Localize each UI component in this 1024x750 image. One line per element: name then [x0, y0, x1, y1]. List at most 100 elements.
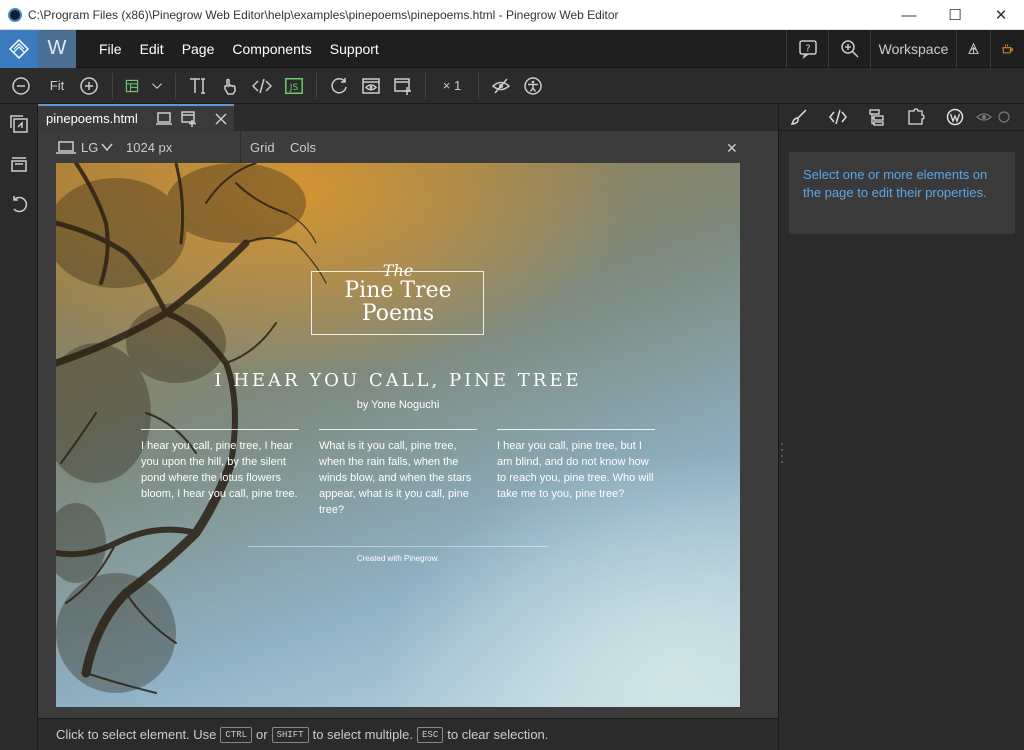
- style-panel-button[interactable]: [779, 104, 818, 131]
- menu-page[interactable]: Page: [173, 41, 224, 57]
- refresh-icon: [331, 77, 347, 93]
- page-canvas-area: LG 1024 px Grid Cols ✕ The Pine Tree Poe…: [38, 131, 778, 718]
- tree-structure-icon: [868, 109, 884, 126]
- status-text-3: to select multiple.: [312, 727, 414, 742]
- javascript-button[interactable]: JS: [278, 68, 310, 104]
- help-icon: ?: [798, 40, 817, 59]
- status-bar: Click to select element. Use CTRL or SHI…: [38, 718, 778, 750]
- components-panel-button[interactable]: [896, 104, 935, 131]
- close-viewport-icon[interactable]: ✕: [726, 140, 738, 157]
- workspace-button[interactable]: Workspace: [870, 30, 956, 68]
- plus-circle-icon: [80, 76, 98, 95]
- eye-slash-icon: [491, 78, 511, 93]
- add-page-icon: [394, 77, 411, 95]
- circle-icon: [998, 111, 1010, 123]
- javascript-icon: JS: [285, 77, 303, 94]
- layout-button[interactable]: [119, 68, 145, 104]
- layout-grid-icon: [125, 79, 139, 92]
- code-panel-button[interactable]: [818, 104, 857, 131]
- zoom-in-button[interactable]: [72, 68, 106, 104]
- properties-panel: Select one or more elements on the page …: [778, 104, 1024, 750]
- maximize-button[interactable]: ☐: [932, 0, 978, 30]
- text-edit-button[interactable]: [182, 68, 214, 104]
- history-panel-button[interactable]: [0, 184, 38, 224]
- window-titlebar: C:\Program Files (x86)\Pinegrow Web Edit…: [0, 0, 1024, 30]
- pinegrow-logo-icon: [8, 38, 30, 59]
- drag-handle-icon: [781, 443, 783, 463]
- laptop-icon: [56, 141, 76, 154]
- pinegrow-app-icon: [8, 7, 22, 22]
- refresh-button[interactable]: [323, 68, 355, 104]
- multiply-button[interactable]: × 1: [432, 68, 472, 104]
- esc-key-badge: ESC: [417, 726, 444, 743]
- menu-bar: W File Edit Page Components Support ? Wo…: [0, 29, 1024, 68]
- logo-title-line1: Pine Tree: [344, 278, 452, 303]
- zoom-out-button[interactable]: [0, 68, 42, 104]
- shift-key-badge: SHIFT: [271, 726, 309, 743]
- zoom-fit-button[interactable]: Fit: [42, 68, 72, 104]
- ctrl-key-badge: CTRL: [220, 726, 253, 743]
- wordpress-icon: [946, 108, 963, 126]
- visibility-toggle[interactable]: [974, 104, 994, 131]
- close-window-button[interactable]: ✕: [978, 0, 1024, 30]
- text-cursor-icon: [190, 77, 205, 94]
- menu-edit[interactable]: Edit: [131, 41, 173, 57]
- viewport-divider: [240, 131, 241, 163]
- panel-resize-handle[interactable]: [778, 440, 786, 468]
- tab-label: pinepoems.html: [46, 111, 138, 126]
- coffee-button[interactable]: [990, 30, 1024, 68]
- accessibility-button[interactable]: [517, 68, 549, 104]
- toolbar-divider: [175, 72, 176, 99]
- minimize-button[interactable]: —: [886, 0, 932, 30]
- new-page-view-button[interactable]: [387, 68, 419, 104]
- archive-icon: [11, 157, 27, 172]
- eye-icon: [976, 113, 992, 121]
- menu-file[interactable]: File: [90, 41, 131, 57]
- hide-button[interactable]: [485, 68, 517, 104]
- library-panel-button[interactable]: [0, 104, 38, 144]
- accessibility-icon: [524, 76, 542, 95]
- add-view-icon[interactable]: [181, 111, 197, 127]
- device-view-icon[interactable]: [156, 112, 172, 126]
- wordpress-panel-button[interactable]: [935, 104, 974, 131]
- footer-credit: Created with Pinegrow.: [356, 554, 440, 563]
- chevron-down-icon[interactable]: [101, 142, 113, 152]
- poem-heading: I HEAR YOU CALL, PINE TREE: [214, 370, 582, 391]
- zoom-button[interactable]: [828, 30, 870, 68]
- panel-options-toggle[interactable]: [994, 104, 1014, 131]
- interactive-mode-button[interactable]: [214, 68, 246, 104]
- page-preview[interactable]: The Pine Tree Poems I HEAR YOU CALL, PIN…: [56, 163, 740, 707]
- pinegrow-logo-button[interactable]: [0, 29, 38, 68]
- zoom-in-icon: [840, 40, 859, 58]
- pine-tree-button[interactable]: [956, 30, 990, 68]
- menu-support[interactable]: Support: [321, 41, 388, 57]
- poem-column-3: I hear you call, pine tree, but I am bli…: [497, 429, 655, 502]
- preview-button[interactable]: [355, 68, 387, 104]
- layout-dropdown-button[interactable]: [145, 68, 169, 104]
- grid-toggle[interactable]: Grid: [250, 140, 275, 155]
- pine-tree-icon: [968, 42, 979, 55]
- menu-components[interactable]: Components: [223, 41, 320, 57]
- coffee-cup-icon: [1002, 44, 1014, 54]
- menu-right-group: ? Workspace: [786, 30, 1024, 68]
- tree-panel-button[interactable]: [857, 104, 896, 131]
- hand-pointer-icon: [224, 78, 236, 95]
- svg-text:JS: JS: [289, 83, 299, 93]
- toolbar-divider: [425, 72, 426, 99]
- code-view-button[interactable]: [246, 68, 278, 104]
- document-tab-bar: pinepoems.html: [38, 104, 778, 131]
- status-text-2: or: [256, 727, 268, 742]
- close-tab-icon[interactable]: [215, 113, 227, 125]
- tab-pinepoems[interactable]: pinepoems.html: [38, 104, 234, 131]
- cols-toggle[interactable]: Cols: [290, 140, 316, 155]
- wordpress-theme-button[interactable]: W: [38, 29, 76, 68]
- poem-byline: by Yone Noguchi: [356, 399, 440, 411]
- poem-column-1: I hear you call, pine tree, I hear you u…: [141, 429, 299, 502]
- preview-eye-icon: [362, 77, 380, 94]
- project-panel-button[interactable]: [0, 144, 38, 184]
- window-title: C:\Program Files (x86)\Pinegrow Web Edit…: [28, 7, 619, 22]
- help-button[interactable]: ?: [786, 30, 828, 68]
- breakpoint-label[interactable]: LG: [81, 140, 98, 155]
- puzzle-icon: [907, 108, 925, 125]
- footer-divider: [248, 546, 548, 547]
